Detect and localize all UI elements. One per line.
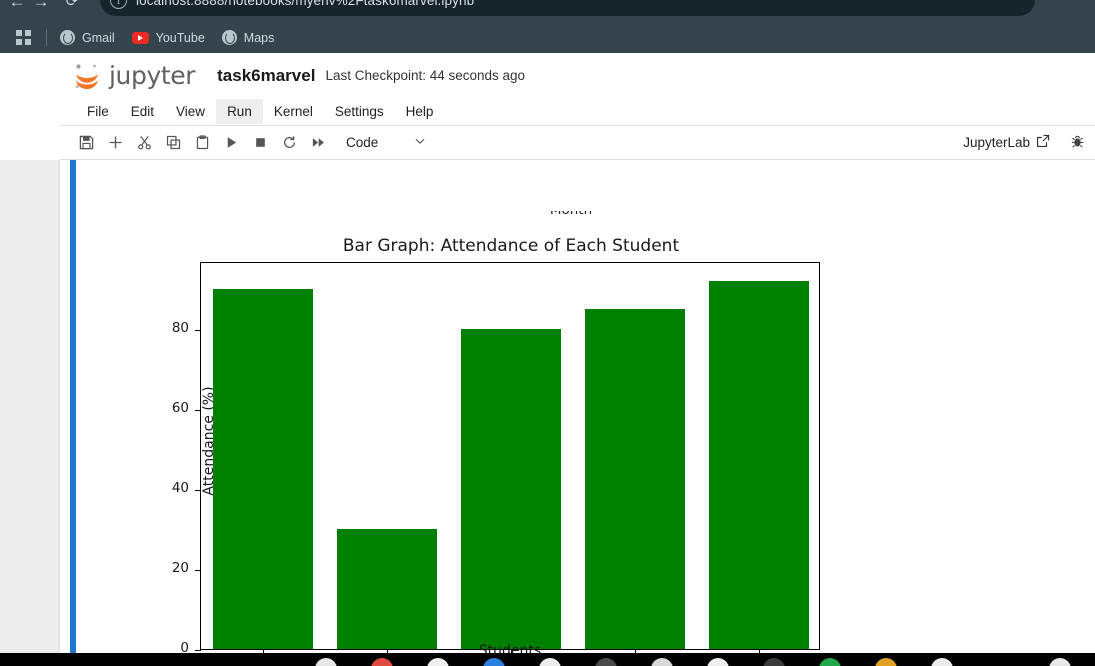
youtube-icon (131, 31, 149, 44)
notebook-title[interactable]: task6marvel (217, 66, 315, 86)
menu-kernel[interactable]: Kernel (263, 99, 324, 124)
clipboard-icon[interactable] (188, 130, 217, 156)
menu-edit[interactable]: Edit (120, 99, 165, 124)
x-axis-label: Students (478, 643, 542, 653)
bar-charlie (461, 329, 561, 649)
os-taskbar (0, 653, 1095, 666)
jupyter-toolbar: Code JupyterLab (60, 126, 1095, 160)
maps-globe-icon (221, 30, 237, 45)
apps-grid-icon[interactable] (16, 29, 32, 46)
bar-bob (337, 529, 437, 649)
scissors-icon[interactable] (130, 130, 159, 156)
address-bar[interactable]: i localhost:8888/notebooks/myenv%2Ftask6… (100, 0, 1035, 16)
reload-icon[interactable]: ⟳ (58, 0, 86, 16)
cell-type-value: Code (346, 135, 379, 150)
menu-settings[interactable]: Settings (324, 99, 395, 124)
y-tick-label: 20 (171, 559, 189, 576)
notebook-page: jupyter task6marvel Last Checkpoint: 44 … (0, 53, 1095, 653)
address-bar-url: localhost:8888/notebooks/myenv%2Ftask6ma… (136, 0, 475, 8)
dock-icon[interactable] (371, 658, 393, 666)
stop-square-icon[interactable] (246, 130, 275, 156)
jupyter-wordmark: jupyter (109, 61, 196, 90)
jupyter-menubar: File Edit View Run Kernel Settings Help (60, 98, 1095, 126)
chart-title: Bar Graph: Attendance of Each Student (342, 236, 680, 256)
bookmark-label: Maps (243, 30, 275, 45)
menu-run[interactable]: Run (216, 99, 263, 124)
bookmark-maps[interactable]: Maps (221, 30, 275, 45)
cell-type-select[interactable]: Code (343, 130, 429, 156)
notebook-gutter (60, 160, 70, 653)
chart-axes: Attendance (%) 0 20 40 60 80 (172, 262, 820, 653)
bug-icon[interactable] (1070, 134, 1085, 152)
dock-icon[interactable] (595, 658, 617, 666)
menu-view[interactable]: View (165, 99, 216, 124)
external-link-icon[interactable] (1036, 134, 1050, 151)
bookmark-youtube[interactable]: YouTube (131, 30, 205, 45)
y-tick-label: 60 (171, 399, 189, 416)
forward-icon[interactable]: → (27, 0, 55, 16)
chevron-down-icon (413, 134, 427, 151)
restart-circular-arrow-icon[interactable] (275, 130, 304, 156)
dock-icon[interactable] (427, 658, 449, 666)
bookmarks-bar: Gmail YouTube Maps (0, 22, 1095, 53)
dock-icon[interactable] (539, 658, 561, 666)
browser-left-rail (0, 160, 60, 653)
menu-file[interactable]: File (76, 99, 120, 124)
copy-icon[interactable] (159, 130, 188, 156)
jupyter-mark-icon (72, 61, 102, 91)
bookmarks-divider (46, 29, 47, 46)
matplotlib-figure: Month Bar Graph: Attendance of Each Stud… (76, 160, 1095, 653)
bookmark-gmail[interactable]: Gmail (60, 30, 115, 45)
dock-icon[interactable] (707, 658, 729, 666)
jupyterlab-link[interactable]: JupyterLab (963, 135, 1030, 150)
browser-navigation-strip: ← → ⟳ i localhost:8888/notebooks/myenv%2… (0, 0, 1095, 22)
bar-eva (709, 281, 809, 649)
plus-icon[interactable] (101, 130, 130, 156)
y-tick-label: 0 (180, 639, 189, 653)
jupyter-header: jupyter task6marvel Last Checkpoint: 44 … (60, 53, 1095, 98)
bar-david (585, 309, 685, 649)
bookmark-label: Gmail (82, 30, 115, 45)
jupyter-logo[interactable]: jupyter (72, 61, 196, 91)
dock-icon[interactable] (931, 658, 953, 666)
dock-icon[interactable] (651, 658, 673, 666)
play-icon[interactable] (217, 130, 246, 156)
save-icon[interactable] (72, 130, 101, 156)
dock-icon[interactable] (875, 658, 897, 666)
last-checkpoint-label: Last Checkpoint: 44 seconds ago (325, 68, 526, 83)
site-information-icon[interactable]: i (110, 0, 127, 9)
y-tick-label: 80 (171, 319, 189, 336)
dock-icon[interactable] (763, 658, 785, 666)
bar-alice (213, 289, 313, 649)
dock-icon[interactable] (819, 658, 841, 666)
bookmark-label: YouTube (155, 30, 205, 45)
previous-figure-xlabel: Month (549, 202, 593, 218)
toolbar-right-group: JupyterLab (963, 134, 1085, 152)
dock-icon[interactable] (483, 658, 505, 666)
gmail-globe-icon (60, 30, 75, 45)
fast-forward-icon[interactable] (304, 130, 333, 156)
menu-help[interactable]: Help (395, 99, 445, 124)
y-tick-label: 40 (171, 479, 189, 496)
dock-icon[interactable] (315, 658, 337, 666)
cell-output-area: Month Bar Graph: Attendance of Each Stud… (76, 160, 1095, 653)
dock-icon[interactable] (1049, 658, 1071, 666)
